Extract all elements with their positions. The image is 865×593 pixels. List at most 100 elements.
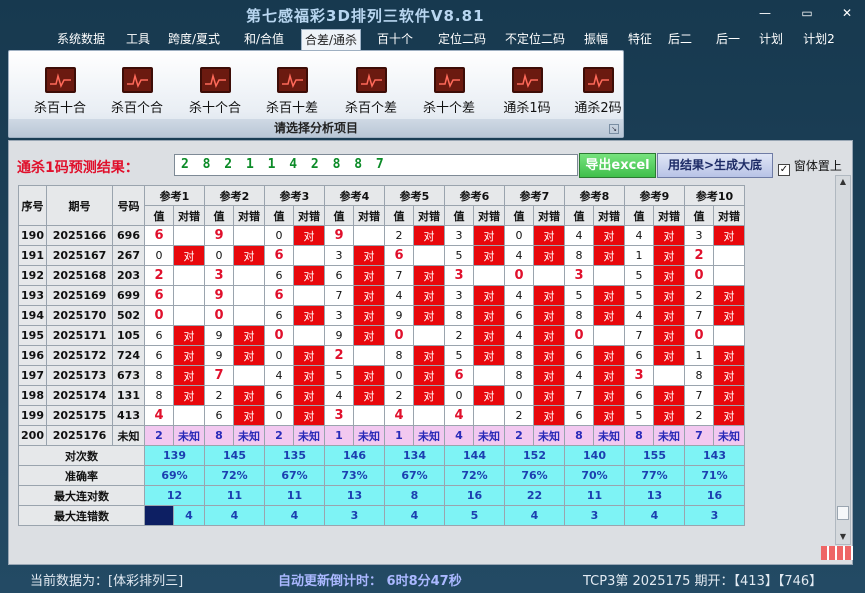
table-row[interactable]: 198 2025174 131 8 对 2 对 6 对 4 对 2 对 0 对 0 对 7 对 6 对 7 对	[18, 385, 745, 406]
table-row[interactable]: 195 2025171 105 6 对 9 对 0 9 对 0 2 对 4 对 0 7 对 0	[18, 325, 745, 346]
stats-value: 67%	[264, 465, 325, 486]
pin-window-checkbox[interactable]: ✓ 窗体置上	[778, 157, 842, 176]
current-data-status: 当前数据为：[体彩排列三]	[30, 574, 184, 589]
cell-ref-value: 6	[264, 245, 294, 266]
ribbon-button-7[interactable]: 通杀1码	[492, 67, 562, 116]
cell-hit: 对	[653, 345, 685, 366]
menu-item-2[interactable]: 工具	[121, 29, 155, 50]
export-excel-button[interactable]: 导出excel	[579, 153, 656, 178]
cell-hit: 对	[413, 265, 445, 286]
header-check: 对错	[593, 205, 625, 226]
minimize-button[interactable]: —	[752, 4, 778, 22]
menu-item-12[interactable]: 后一	[711, 29, 745, 50]
cell-hit: 对	[293, 225, 325, 246]
close-button[interactable]: ✕	[834, 4, 860, 22]
cell-ref-value: 4	[564, 225, 594, 246]
selected-cell[interactable]	[144, 505, 174, 526]
vertical-scrollbar[interactable]: ▲ ▼	[835, 175, 851, 545]
header-check: 对错	[713, 205, 745, 226]
cell-hit: 对	[353, 285, 385, 306]
header-ref-1: 参考1	[144, 185, 205, 206]
table-row[interactable]: 199 2025175 413 4 6 对 0 对 3 4 4 2 对 6 对 5 对 2 对	[18, 405, 745, 426]
ribbon-button-3[interactable]: 杀十个合	[180, 67, 250, 116]
chart-icon	[355, 67, 387, 93]
cell-miss	[413, 405, 445, 426]
cell-code: 413	[112, 405, 145, 426]
cell-pending-value: 1	[324, 425, 354, 446]
table-row[interactable]: 196 2025172 724 6 对 9 对 0 对 2 8 对 5 对 8 对 6 对 6 对 1 对	[18, 345, 745, 366]
cell-ref-value: 4	[624, 305, 654, 326]
stats-value: 134	[384, 445, 445, 466]
cell-ref-value: 6	[144, 285, 174, 306]
pending-row[interactable]: 200 2025176 未知 2 未知 8 未知 2 未知 1 未知 1 未知 4 未知 2 未知 8 未知 8 未知 7…	[18, 425, 745, 446]
cell-ref-value: 7	[324, 285, 354, 306]
cell-ref-value: 3	[204, 265, 234, 286]
status-bar: 当前数据为：[体彩排列三] 自动更新倒计时： 6时8分47秒 TCP3第 202…	[0, 566, 865, 593]
cell-code: 267	[112, 245, 145, 266]
cell-ref-value: 5	[444, 245, 474, 266]
stats-value: 145	[204, 445, 265, 466]
header-check: 对错	[293, 205, 325, 226]
cell-hit: 对	[593, 385, 625, 406]
header-ref-9: 参考9	[624, 185, 685, 206]
stats-value: 8	[384, 485, 445, 506]
menu-item-1[interactable]: 系统数据	[52, 29, 110, 50]
menu-item-3[interactable]: 跨度/夏式	[163, 29, 225, 50]
ribbon-button-4[interactable]: 杀百十差	[257, 67, 327, 116]
cell-miss	[353, 225, 385, 246]
cell-pending-value: 4	[444, 425, 474, 446]
cell-ref-value: 4	[504, 245, 534, 266]
cell-ref-value: 0	[504, 265, 534, 286]
cell-ref-value: 4	[264, 365, 294, 386]
menu-item-4[interactable]: 和/合值	[238, 29, 290, 50]
menu-item-6[interactable]: 百十个	[374, 29, 416, 50]
table-row[interactable]: 190 2025166 696 6 9 0 对 9 2 对 3 对 0 对 4 对 4 对 3 对	[18, 225, 745, 246]
cell-seq: 193	[18, 285, 47, 306]
cell-hit: 对	[593, 365, 625, 386]
table-row[interactable]: 197 2025173 673 8 对 7 4 对 5 对 0 对 6 8 对 4 对 3 8 对	[18, 365, 745, 386]
menu-item-5[interactable]: 合差/通杀	[301, 29, 361, 50]
scroll-up-icon[interactable]: ▲	[838, 177, 848, 186]
cell-hit: 对	[473, 345, 505, 366]
ribbon-button-8[interactable]: 通杀2码	[563, 67, 633, 116]
table-row[interactable]: 193 2025169 699 6 9 6 7 对 4 对 3 对 4 对 5 对 5 对 2 对	[18, 285, 745, 306]
ribbon-button-2[interactable]: 杀百个合	[102, 67, 172, 116]
stats-value: 3	[324, 505, 385, 526]
scroll-down-icon[interactable]: ▼	[838, 532, 848, 541]
generate-base-button[interactable]: 用结果>生成大底	[657, 153, 773, 178]
checkbox-check-icon[interactable]: ✓	[778, 164, 790, 176]
menu-item-14[interactable]: 计划2	[799, 29, 839, 50]
table-row[interactable]: 194 2025170 502 0 0 6 对 3 对 9 对 8 对 6 对 8 对 4 对 7 对	[18, 305, 745, 326]
cell-hit: 对	[473, 305, 505, 326]
maximize-button[interactable]: ▭	[794, 4, 820, 22]
table-row[interactable]: 192 2025168 203 2 3 6 对 6 对 7 对 3 0 3 5 对 0	[18, 265, 745, 286]
cell-pending-value: 8	[564, 425, 594, 446]
cell-code: 699	[112, 285, 145, 306]
cell-ref-value: 4	[624, 225, 654, 246]
ribbon-button-5[interactable]: 杀百个差	[336, 67, 406, 116]
cell-hit: 对	[353, 325, 385, 346]
scrollbar-thumb[interactable]	[837, 506, 849, 520]
cell-hit: 对	[533, 225, 565, 246]
cell-ref-value: 7	[384, 265, 414, 286]
menu-item-13[interactable]: 计划	[754, 29, 788, 50]
prediction-result-field[interactable]: 2 8 2 1 1 4 2 8 8 7	[174, 154, 578, 176]
ribbon-button-1[interactable]: 杀百十合	[25, 67, 95, 116]
menu-item-9[interactable]: 振幅	[579, 29, 613, 50]
ribbon-launcher-icon[interactable]: ↘	[609, 124, 619, 134]
stats-value: 4	[264, 505, 325, 526]
menu-item-10[interactable]: 特征	[623, 29, 657, 50]
cell-pending-value: 7	[684, 425, 714, 446]
menu-item-7[interactable]: 定位二码	[432, 29, 492, 50]
cell-ref-value: 8	[684, 365, 714, 386]
cell-miss	[233, 365, 265, 386]
cell-miss	[653, 365, 685, 386]
ribbon-button-6[interactable]: 杀十个差	[414, 67, 484, 116]
chart-icon	[44, 67, 76, 93]
cell-ref-value: 3	[444, 265, 474, 286]
table-row[interactable]: 191 2025167 267 0 对 0 对 6 3 对 6 5 对 4 对 8 对 1 对 2	[18, 245, 745, 266]
header-check: 对错	[653, 205, 685, 226]
cell-code: 502	[112, 305, 145, 326]
menu-item-8[interactable]: 不定位二码	[499, 29, 571, 50]
menu-item-11[interactable]: 后二	[663, 29, 697, 50]
